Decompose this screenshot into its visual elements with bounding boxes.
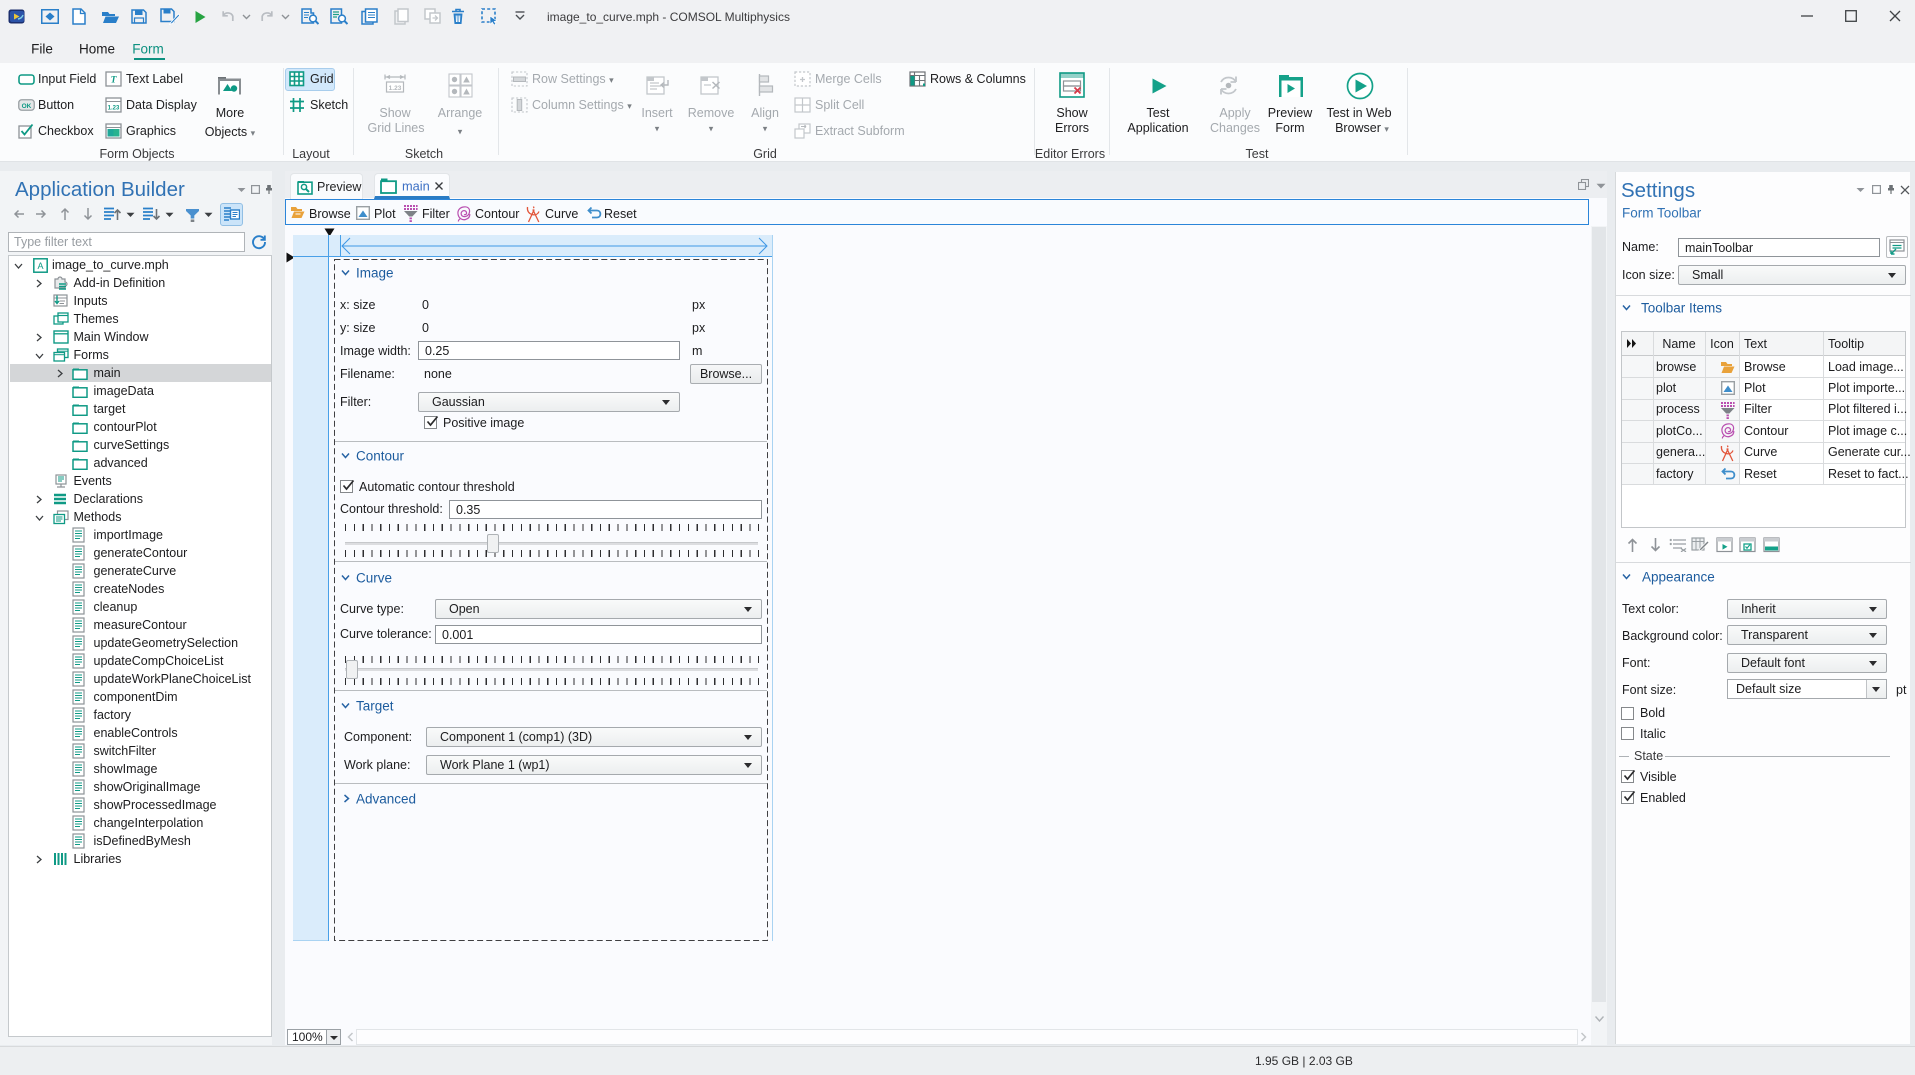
svg-text:A: A [37, 261, 43, 271]
svg-text:1.23: 1.23 [108, 106, 120, 112]
svg-text:OK: OK [22, 103, 32, 110]
svg-text:1.23: 1.23 [389, 85, 402, 92]
